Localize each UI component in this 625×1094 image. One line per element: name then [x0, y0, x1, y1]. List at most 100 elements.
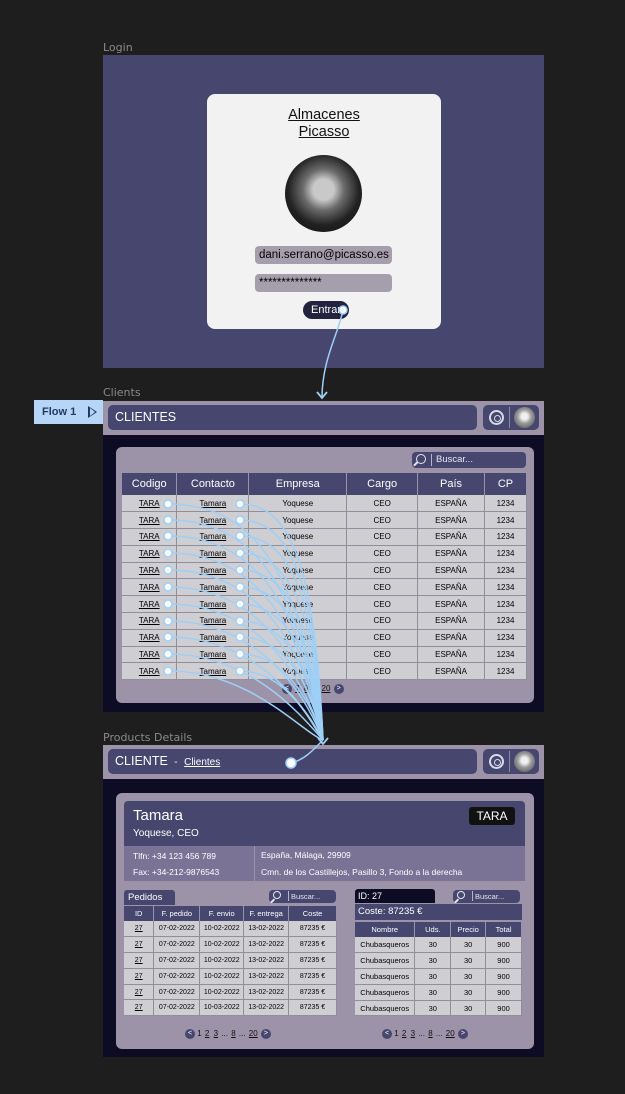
- table-cell[interactable]: 27: [124, 921, 155, 938]
- page-link[interactable]: 8: [231, 1029, 235, 1038]
- avatar-icon[interactable]: [514, 407, 535, 428]
- table-cell[interactable]: Tamara: [176, 662, 250, 681]
- table-row[interactable]: Chubasqueros 30 30 900: [355, 968, 522, 985]
- page-link[interactable]: 3: [411, 1029, 415, 1038]
- col-header[interactable]: F. envio: [199, 906, 245, 921]
- page-link[interactable]: 8: [304, 684, 308, 693]
- col-header[interactable]: Uds.: [414, 922, 452, 937]
- page-link[interactable]: 20: [322, 684, 331, 693]
- gear-icon[interactable]: [489, 754, 504, 769]
- table-cell: CEO: [346, 562, 419, 580]
- table-cell[interactable]: TARA: [122, 662, 178, 681]
- table-row[interactable]: TARA Tamara Yoquese CEO ESPAÑA 1234: [122, 629, 527, 647]
- table-cell[interactable]: 27: [124, 952, 155, 969]
- table-row[interactable]: Chubasqueros 30 30 900: [355, 952, 522, 970]
- table-cell[interactable]: TARA: [122, 562, 178, 580]
- col-header[interactable]: Contacto: [176, 473, 250, 495]
- table-cell[interactable]: TARA: [122, 528, 178, 546]
- table-cell[interactable]: 27: [124, 984, 155, 1001]
- page-link[interactable]: 20: [446, 1029, 455, 1038]
- table-row[interactable]: 27 07-02-2022 10-02-2022 13-02-2022 87235 €: [124, 921, 337, 938]
- table-row[interactable]: TARA Tamara Yoquese CEO ESPAÑA 1234: [122, 595, 527, 614]
- table-row[interactable]: TARA Tamara Yoquese CEO ESPAÑA 1234: [122, 612, 527, 630]
- table-cell[interactable]: TARA: [122, 629, 178, 647]
- col-header[interactable]: Cargo: [346, 473, 419, 495]
- table-cell[interactable]: 27: [124, 999, 155, 1017]
- table-row[interactable]: Chubasqueros 30 30 900: [355, 984, 522, 1001]
- table-cell[interactable]: Tamara: [176, 511, 250, 530]
- table-cell[interactable]: TARA: [122, 545, 178, 563]
- table-cell[interactable]: Tamara: [176, 562, 250, 580]
- col-header[interactable]: Total: [485, 922, 522, 937]
- table-row[interactable]: TARA Tamara Yoquese CEO ESPAÑA 1234: [122, 545, 527, 563]
- flow-start-tag[interactable]: Flow 1: [34, 400, 103, 424]
- table-cell[interactable]: Tamara: [176, 495, 250, 513]
- col-header[interactable]: F. pedido: [153, 906, 201, 921]
- table-cell[interactable]: Tamara: [176, 595, 250, 614]
- order-lines-table: Nombre Uds. Precio Total Chubasqueros 30 3…: [355, 922, 522, 1017]
- table-row[interactable]: 27 07-02-2022 10-03-2022 13-02-2022 87235 €: [124, 999, 337, 1017]
- col-header[interactable]: Coste: [288, 906, 337, 921]
- chevron-right-icon[interactable]: >: [260, 1029, 271, 1039]
- page-link[interactable]: 20: [249, 1029, 258, 1038]
- tab-pedidos[interactable]: Pedidos: [124, 890, 175, 905]
- table-row[interactable]: 27 07-02-2022 10-02-2022 13-02-2022 87235 €: [124, 952, 337, 969]
- table-cell[interactable]: 27: [124, 968, 155, 985]
- table-cell[interactable]: TARA: [122, 578, 178, 597]
- table-cell[interactable]: Tamara: [176, 528, 250, 546]
- avatar-icon[interactable]: [514, 751, 535, 772]
- page-link[interactable]: 8: [428, 1029, 432, 1038]
- table-cell[interactable]: TARA: [122, 595, 178, 614]
- table-cell[interactable]: 27: [124, 936, 155, 954]
- chevron-right-icon[interactable]: >: [457, 1029, 468, 1039]
- table-row[interactable]: TARA Tamara Yoquese CEO ESPAÑA 1234: [122, 495, 527, 513]
- chevron-right-icon[interactable]: >: [333, 684, 344, 694]
- page-link[interactable]: 7: [295, 684, 299, 693]
- table-row[interactable]: TARA Tamara Yoquese CEO ESPAÑA 1234: [122, 528, 527, 546]
- page-link[interactable]: 1: [197, 1029, 201, 1038]
- page-link[interactable]: 1: [394, 1029, 398, 1038]
- table-row[interactable]: Chubasqueros 30 30 900: [355, 937, 522, 954]
- table-cell[interactable]: TARA: [122, 495, 178, 513]
- email-field[interactable]: dani.serrano@picasso.es: [255, 246, 392, 264]
- col-header[interactable]: País: [417, 473, 486, 495]
- breadcrumb-link-clientes[interactable]: Clientes: [184, 757, 220, 768]
- page-link[interactable]: 3: [214, 1029, 218, 1038]
- table-cell[interactable]: Tamara: [176, 545, 250, 563]
- col-header[interactable]: ID: [124, 906, 155, 921]
- table-row[interactable]: 27 07-02-2022 10-02-2022 13-02-2022 87235 €: [124, 936, 337, 954]
- chevron-left-icon[interactable]: <: [282, 684, 292, 694]
- chevron-left-icon[interactable]: <: [382, 1029, 392, 1039]
- password-field[interactable]: **************: [255, 274, 392, 292]
- table-row[interactable]: TARA Tamara Yoquese CEO ESPAÑA 1234: [122, 511, 527, 530]
- col-header[interactable]: F. entrega: [243, 906, 290, 921]
- page-link[interactable]: 2: [402, 1029, 406, 1038]
- table-row[interactable]: TARA Tamara Yoquese CEO ESPAÑA 1234: [122, 578, 527, 597]
- col-header[interactable]: Codigo: [122, 473, 178, 495]
- table-row[interactable]: 27 07-02-2022 10-02-2022 13-02-2022 87235 €: [124, 984, 337, 1001]
- col-header[interactable]: Precio: [450, 922, 487, 937]
- table-cell[interactable]: TARA: [122, 646, 178, 664]
- orders-search-input[interactable]: Buscar...: [269, 890, 336, 903]
- table-cell[interactable]: Tamara: [176, 629, 250, 647]
- gear-icon[interactable]: [489, 410, 504, 425]
- detail-search-input[interactable]: Buscar...: [453, 890, 520, 903]
- search-input[interactable]: Buscar...: [412, 452, 526, 468]
- table-row[interactable]: TARA Tamara Yoquese CEO ESPAÑA 1234: [122, 562, 527, 580]
- table-row[interactable]: Chubasqueros 30 30 900: [355, 1000, 522, 1017]
- table-row[interactable]: 27 07-02-2022 10-02-2022 13-02-2022 87235 €: [124, 968, 337, 985]
- table-row[interactable]: TARA Tamara Yoquese CEO ESPAÑA 1234: [122, 646, 527, 664]
- table-row[interactable]: TARA Tamara Yoquese CEO ESPAÑA 1234: [122, 662, 527, 681]
- table-cell[interactable]: Tamara: [176, 578, 250, 597]
- col-header[interactable]: Empresa: [248, 473, 348, 495]
- enter-button[interactable]: Entrar: [303, 301, 349, 319]
- play-icon[interactable]: [88, 406, 97, 418]
- col-header[interactable]: CP: [484, 473, 527, 495]
- table-cell[interactable]: Tamara: [176, 612, 250, 630]
- chevron-left-icon[interactable]: <: [185, 1029, 195, 1039]
- table-cell[interactable]: Tamara: [176, 646, 250, 664]
- table-cell[interactable]: TARA: [122, 612, 178, 630]
- page-link[interactable]: 2: [205, 1029, 209, 1038]
- col-header[interactable]: Nombre: [355, 922, 416, 937]
- table-cell[interactable]: TARA: [122, 511, 178, 530]
